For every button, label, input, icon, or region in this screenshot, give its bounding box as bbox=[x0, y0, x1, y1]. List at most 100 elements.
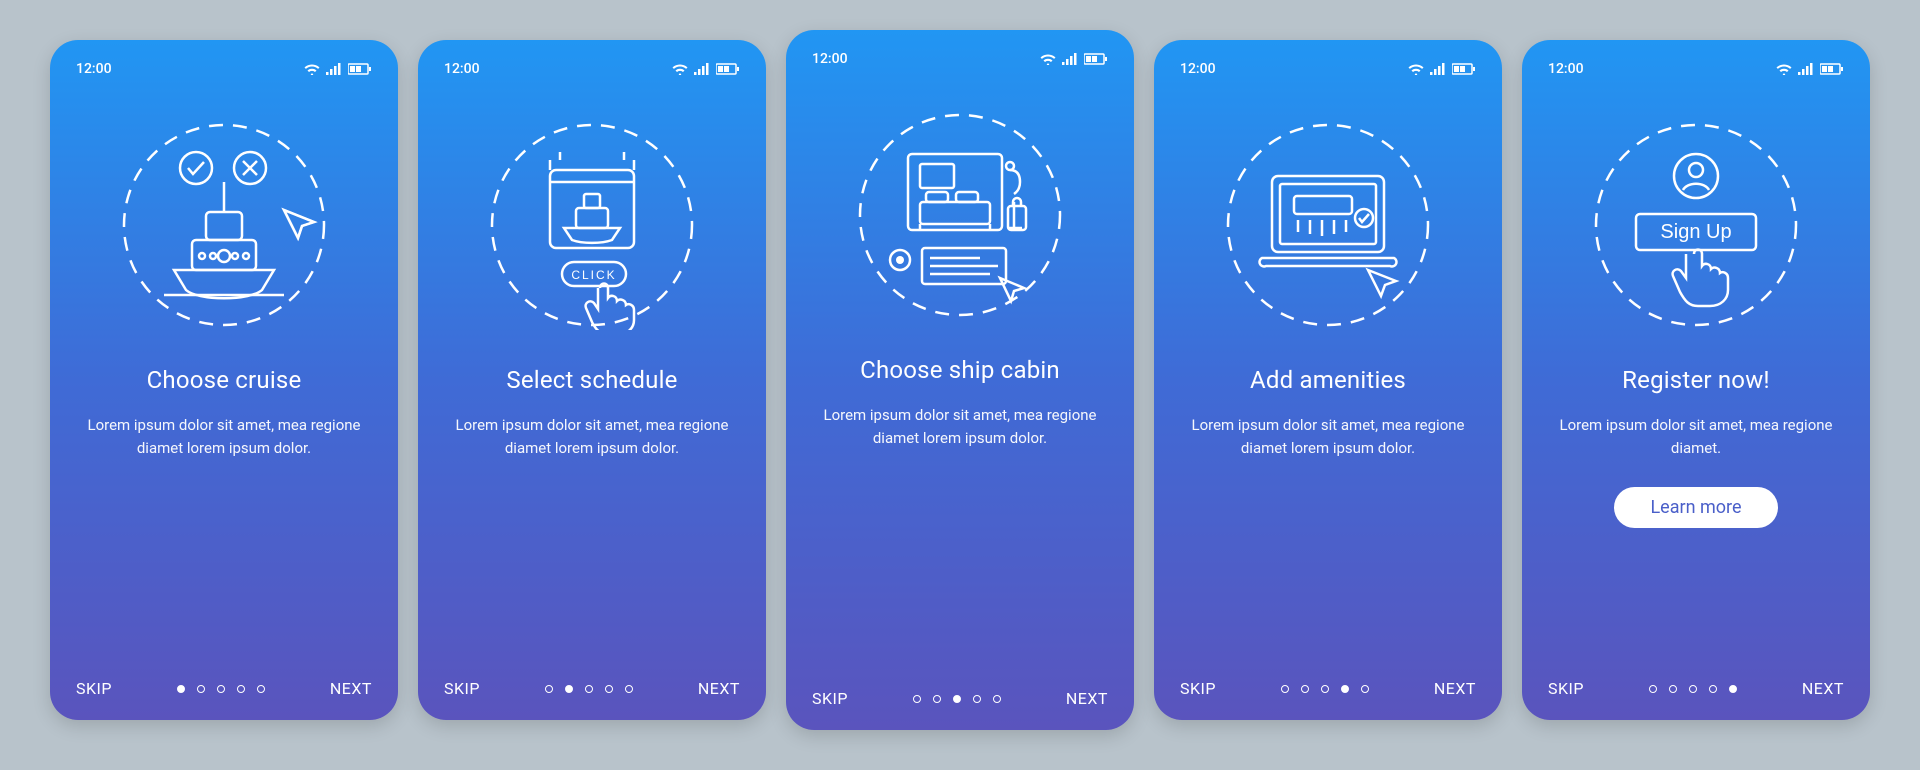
laptop-icon bbox=[1260, 176, 1397, 266]
onboarding-screen-4: 12:00 bbox=[1154, 40, 1502, 720]
onboarding-nav: SKIP NEXT bbox=[444, 679, 740, 698]
illustration-choose-cruise bbox=[76, 110, 372, 340]
signal-icon bbox=[694, 63, 710, 75]
signal-icon bbox=[1798, 63, 1814, 75]
next-button[interactable]: NEXT bbox=[1802, 679, 1844, 698]
page-dot[interactable] bbox=[545, 685, 553, 693]
status-time: 12:00 bbox=[1548, 61, 1584, 77]
cabin-room-icon bbox=[908, 154, 1002, 230]
skip-button[interactable]: SKIP bbox=[812, 689, 848, 708]
page-dot[interactable] bbox=[605, 685, 613, 693]
page-dot[interactable] bbox=[1321, 685, 1329, 693]
page-dot[interactable] bbox=[993, 695, 1001, 703]
status-bar: 12:00 bbox=[812, 48, 1108, 70]
onboarding-screen-2: 12:00 CLICK bbox=[418, 40, 766, 720]
page-dot[interactable] bbox=[1361, 685, 1369, 693]
skip-button[interactable]: SKIP bbox=[1548, 679, 1584, 698]
battery-icon bbox=[716, 63, 740, 75]
page-indicator bbox=[177, 685, 265, 693]
cursor-icon bbox=[1000, 278, 1024, 301]
status-time: 12:00 bbox=[812, 51, 848, 67]
status-bar: 12:00 bbox=[1180, 58, 1476, 80]
page-dot[interactable] bbox=[1649, 685, 1657, 693]
wifi-icon bbox=[1040, 53, 1056, 65]
ticket-icon bbox=[922, 248, 1006, 284]
onboarding-nav: SKIP NEXT bbox=[1180, 679, 1476, 698]
signal-icon bbox=[1062, 53, 1078, 65]
status-bar: 12:00 bbox=[444, 58, 740, 80]
page-dot[interactable] bbox=[1669, 685, 1677, 693]
ship-icon bbox=[164, 182, 284, 298]
page-dot[interactable] bbox=[197, 685, 205, 693]
screen-title: Choose ship cabin bbox=[812, 356, 1108, 384]
skip-button[interactable]: SKIP bbox=[76, 679, 112, 698]
status-icons bbox=[1776, 63, 1844, 75]
page-dot[interactable] bbox=[1301, 685, 1309, 693]
battery-icon bbox=[1452, 63, 1476, 75]
page-dot[interactable] bbox=[913, 695, 921, 703]
onboarding-screen-5: 12:00 Sign Up bbox=[1522, 40, 1870, 720]
ac-unit-icon bbox=[1294, 196, 1352, 236]
screen-title: Register now! bbox=[1548, 366, 1844, 394]
page-dot[interactable] bbox=[1689, 685, 1697, 693]
illustration-register: Sign Up bbox=[1548, 110, 1844, 340]
page-dot[interactable] bbox=[177, 685, 185, 693]
page-dot[interactable] bbox=[973, 695, 981, 703]
cursor-icon bbox=[1368, 270, 1396, 296]
page-dot[interactable] bbox=[933, 695, 941, 703]
onboarding-screens-row: 12:00 bbox=[50, 40, 1870, 730]
page-dot[interactable] bbox=[953, 695, 961, 703]
status-icons bbox=[304, 63, 372, 75]
status-bar: 12:00 bbox=[76, 58, 372, 80]
page-dot[interactable] bbox=[237, 685, 245, 693]
illustration-add-amenities bbox=[1180, 110, 1476, 340]
click-label: CLICK bbox=[571, 268, 616, 282]
next-button[interactable]: NEXT bbox=[1066, 689, 1108, 708]
hand-pointer-icon bbox=[586, 284, 634, 331]
screen-description: Lorem ipsum dolor sit amet, mea regione … bbox=[1180, 414, 1476, 461]
page-dot[interactable] bbox=[565, 685, 573, 693]
screen-description: Lorem ipsum dolor sit amet, mea regione … bbox=[76, 414, 372, 461]
page-indicator bbox=[545, 685, 633, 693]
page-dot[interactable] bbox=[257, 685, 265, 693]
page-indicator bbox=[1649, 685, 1737, 693]
status-bar: 12:00 bbox=[1548, 58, 1844, 80]
page-dot[interactable] bbox=[585, 685, 593, 693]
onboarding-screen-1: 12:00 bbox=[50, 40, 398, 720]
page-dot[interactable] bbox=[1709, 685, 1717, 693]
skip-button[interactable]: SKIP bbox=[1180, 679, 1216, 698]
screen-title: Choose cruise bbox=[76, 366, 372, 394]
sign-up-label: Sign Up bbox=[1660, 221, 1731, 243]
page-dot[interactable] bbox=[217, 685, 225, 693]
wifi-icon bbox=[672, 63, 688, 75]
next-button[interactable]: NEXT bbox=[330, 679, 372, 698]
learn-more-button[interactable]: Learn more bbox=[1614, 487, 1777, 528]
status-icons bbox=[1408, 63, 1476, 75]
screen-description: Lorem ipsum dolor sit amet, mea regione … bbox=[812, 404, 1108, 451]
next-button[interactable]: NEXT bbox=[698, 679, 740, 698]
wifi-icon bbox=[1776, 63, 1792, 75]
status-time: 12:00 bbox=[1180, 61, 1216, 77]
page-dot[interactable] bbox=[1729, 685, 1737, 693]
illustration-select-schedule: CLICK bbox=[444, 110, 740, 340]
status-icons bbox=[672, 63, 740, 75]
page-dot[interactable] bbox=[625, 685, 633, 693]
signal-icon bbox=[1430, 63, 1446, 75]
onboarding-nav: SKIP NEXT bbox=[812, 689, 1108, 708]
page-dot[interactable] bbox=[1281, 685, 1289, 693]
x-circle-icon bbox=[234, 152, 266, 184]
onboarding-nav: SKIP NEXT bbox=[1548, 679, 1844, 698]
status-time: 12:00 bbox=[76, 61, 112, 77]
page-dot[interactable] bbox=[1341, 685, 1349, 693]
user-avatar-icon bbox=[1674, 154, 1718, 198]
screen-description: Lorem ipsum dolor sit amet, mea regione … bbox=[1548, 414, 1844, 461]
signal-icon bbox=[326, 63, 342, 75]
check-circle-icon bbox=[180, 152, 212, 184]
status-icons bbox=[1040, 53, 1108, 65]
luggage-icon bbox=[1008, 198, 1026, 230]
next-button[interactable]: NEXT bbox=[1434, 679, 1476, 698]
onboarding-nav: SKIP NEXT bbox=[76, 679, 372, 698]
skip-button[interactable]: SKIP bbox=[444, 679, 480, 698]
page-indicator bbox=[1281, 685, 1369, 693]
wifi-icon bbox=[1408, 63, 1424, 75]
